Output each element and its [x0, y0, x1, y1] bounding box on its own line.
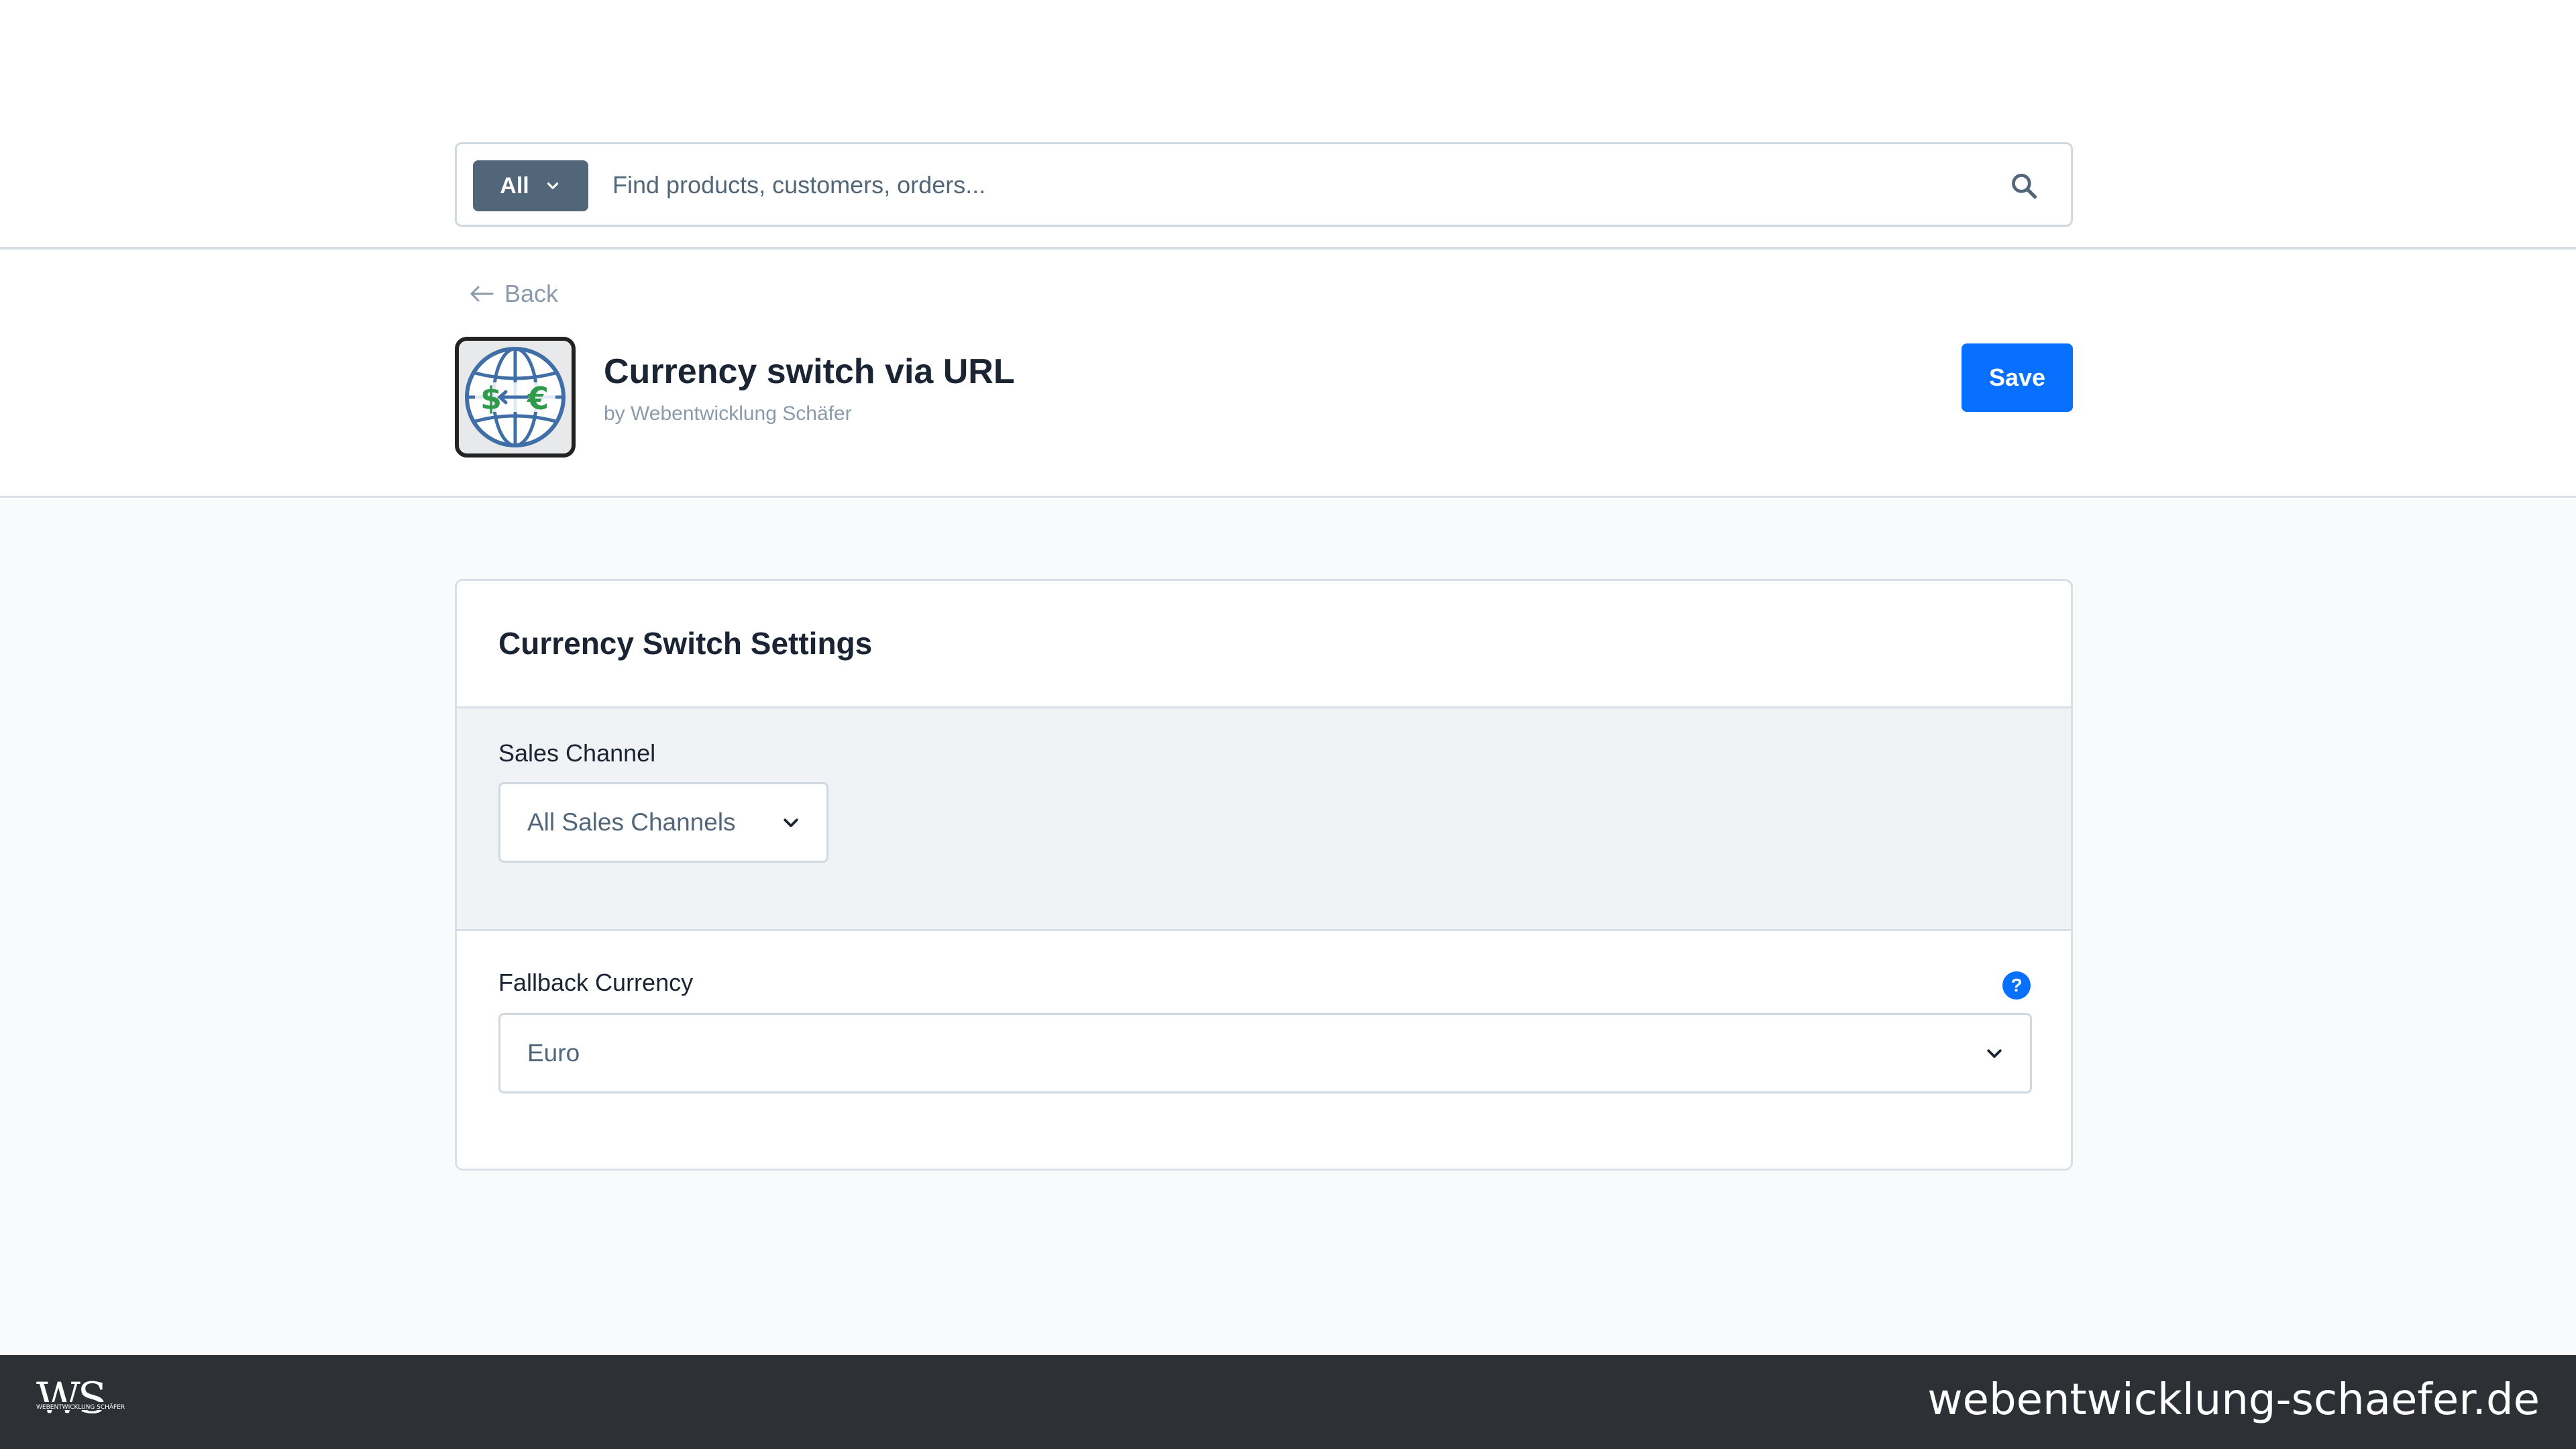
- footer-website-url[interactable]: webentwicklung-schaefer.de: [1927, 1375, 2540, 1425]
- svg-text:€: €: [527, 380, 549, 417]
- chevron-down-icon: [1987, 1049, 2002, 1058]
- fallback-currency-label: Fallback Currency: [498, 969, 694, 996]
- card-header: Currency Switch Settings: [457, 581, 2071, 708]
- settings-card: Currency Switch Settings Sales Channel A…: [455, 579, 2073, 1171]
- fallback-currency-select[interactable]: Euro: [498, 1013, 2032, 1093]
- brand-logo: WS WEBENTWICKLUNG SCHÄFER: [35, 1374, 153, 1424]
- content-area: Currency Switch Settings Sales Channel A…: [0, 500, 2576, 1355]
- plugin-author: by Webentwicklung Schäfer: [604, 402, 852, 425]
- search-type-label: All: [500, 172, 529, 199]
- fallback-currency-section: Fallback Currency ? Euro: [457, 931, 2071, 1169]
- smart-bar: Back $ € Currency switch via URL by Webe…: [0, 252, 2576, 498]
- search-input[interactable]: [612, 156, 1954, 214]
- chevron-down-icon: [547, 182, 558, 189]
- svg-text:WS: WS: [36, 1374, 105, 1424]
- svg-text:WEBENTWICKLUNG SCHÄFER: WEBENTWICKLUNG SCHÄFER: [36, 1403, 125, 1411]
- globe-currency-icon: $ €: [465, 347, 566, 447]
- card-title: Currency Switch Settings: [498, 626, 873, 661]
- plugin-title: Currency switch via URL: [604, 352, 1015, 391]
- search-icon: [2012, 174, 2037, 199]
- back-link[interactable]: Back: [470, 274, 558, 314]
- svg-text:$: $: [480, 380, 502, 417]
- search-button[interactable]: [2006, 168, 2041, 203]
- footer-bar: WS WEBENTWICKLUNG SCHÄFER webentwicklung…: [0, 1355, 2576, 1449]
- plugin-icon: $ €: [455, 337, 576, 458]
- sales-channel-value: All Sales Channels: [527, 808, 736, 836]
- sales-channel-section: Sales Channel All Sales Channels: [457, 708, 2071, 931]
- sales-channel-label: Sales Channel: [498, 739, 656, 767]
- top-search-bar: All: [0, 0, 2576, 250]
- fallback-currency-value: Euro: [527, 1039, 580, 1067]
- save-button[interactable]: Save: [1962, 343, 2073, 412]
- help-icon[interactable]: ?: [2002, 971, 2031, 1000]
- arrow-left-icon: [470, 286, 494, 302]
- back-label: Back: [504, 280, 559, 307]
- global-search: All: [455, 142, 2073, 227]
- search-type-dropdown[interactable]: All: [473, 160, 588, 211]
- chevron-down-icon: [784, 818, 798, 827]
- sales-channel-select[interactable]: All Sales Channels: [498, 782, 828, 863]
